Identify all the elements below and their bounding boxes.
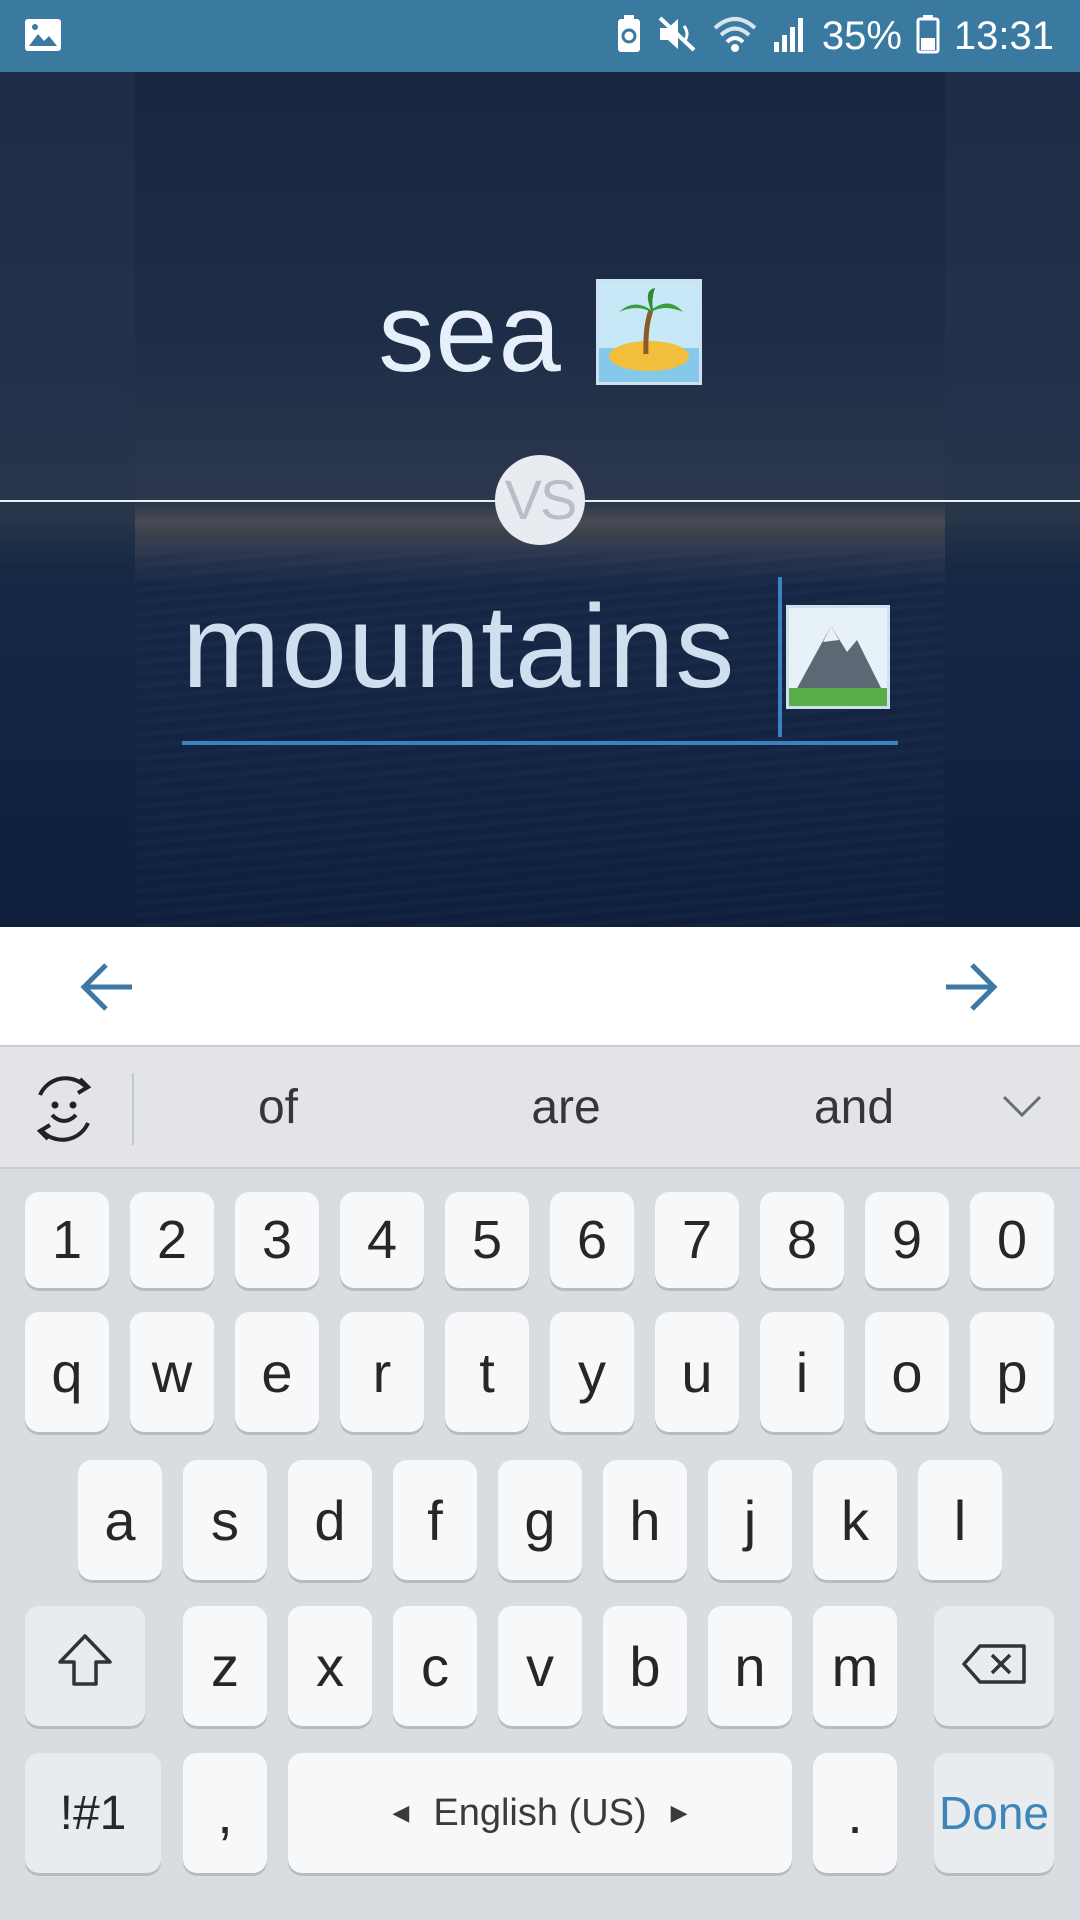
key-f[interactable]: f	[393, 1460, 477, 1580]
suggestion-2[interactable]: are	[466, 1047, 666, 1169]
key-p[interactable]: p	[970, 1312, 1054, 1432]
battery-saver-icon	[616, 14, 642, 59]
key-n[interactable]: n	[708, 1606, 792, 1726]
backspace-key[interactable]	[934, 1606, 1054, 1726]
done-key[interactable]: Done	[934, 1753, 1054, 1873]
key-9[interactable]: 9	[865, 1192, 949, 1288]
symbols-key[interactable]: !#1	[25, 1753, 161, 1873]
comma-key[interactable]: ,	[183, 1753, 267, 1873]
emoji-toggle-icon[interactable]	[28, 1073, 100, 1145]
key-x[interactable]: x	[288, 1606, 372, 1726]
key-2[interactable]: 2	[130, 1192, 214, 1288]
shift-key[interactable]	[25, 1606, 145, 1726]
key-g[interactable]: g	[498, 1460, 582, 1580]
language-left-icon: ◀	[392, 1800, 410, 1825]
clock: 13:31	[953, 13, 1054, 58]
bottom-option-text: mountains	[182, 581, 736, 713]
key-w[interactable]: w	[130, 1312, 214, 1432]
arrow-left-icon[interactable]	[78, 957, 138, 1017]
key-1[interactable]: 1	[25, 1192, 109, 1288]
key-c[interactable]: c	[393, 1606, 477, 1726]
shift-icon	[56, 1632, 114, 1701]
comparison-hero: sea VS mountains	[0, 72, 1080, 927]
space-key[interactable]: ◀ English (US) ▶	[288, 1753, 792, 1873]
keyboard-suggestion-bar: of are and	[0, 1047, 1080, 1169]
keyboard: 1 2 3 4 5 6 7 8 9 0 q w e r t y u i o p …	[0, 1169, 1080, 1920]
key-i[interactable]: i	[760, 1312, 844, 1432]
signal-icon	[772, 14, 808, 59]
key-h[interactable]: h	[603, 1460, 687, 1580]
key-t[interactable]: t	[445, 1312, 529, 1432]
suggestion-3[interactable]: and	[754, 1047, 954, 1169]
key-e[interactable]: e	[235, 1312, 319, 1432]
key-q[interactable]: q	[25, 1312, 109, 1432]
key-7[interactable]: 7	[655, 1192, 739, 1288]
key-m[interactable]: m	[813, 1606, 897, 1726]
key-u[interactable]: u	[655, 1312, 739, 1432]
status-icons: 35% 13:31	[616, 0, 1054, 72]
key-3[interactable]: 3	[235, 1192, 319, 1288]
island-emoji-icon	[595, 279, 702, 385]
top-option[interactable]: sea	[0, 262, 1080, 402]
key-b[interactable]: b	[603, 1606, 687, 1726]
mute-icon	[656, 14, 698, 59]
space-key-label: English (US)	[433, 1791, 647, 1834]
battery-icon	[916, 14, 940, 59]
key-j[interactable]: j	[708, 1460, 792, 1580]
key-k[interactable]: k	[813, 1460, 897, 1580]
navigation-bar	[0, 927, 1080, 1047]
bottom-option-input[interactable]: mountains	[182, 572, 735, 722]
key-v[interactable]: v	[498, 1606, 582, 1726]
chevron-down-icon[interactable]	[1000, 1089, 1044, 1123]
language-right-icon: ▶	[670, 1800, 688, 1825]
key-s[interactable]: s	[183, 1460, 267, 1580]
status-bar: 35% 13:31	[0, 0, 1080, 72]
key-6[interactable]: 6	[550, 1192, 634, 1288]
key-0[interactable]: 0	[970, 1192, 1054, 1288]
gallery-icon	[24, 18, 62, 52]
key-r[interactable]: r	[340, 1312, 424, 1432]
suggestion-1[interactable]: of	[178, 1047, 378, 1169]
key-o[interactable]: o	[865, 1312, 949, 1432]
period-key[interactable]: .	[813, 1753, 897, 1873]
key-4[interactable]: 4	[340, 1192, 424, 1288]
vs-badge: VS	[495, 455, 585, 545]
input-underline	[182, 741, 898, 745]
key-y[interactable]: y	[550, 1312, 634, 1432]
key-a[interactable]: a	[78, 1460, 162, 1580]
wifi-icon	[712, 14, 758, 59]
top-option-text: sea	[378, 269, 562, 395]
key-8[interactable]: 8	[760, 1192, 844, 1288]
battery-percent: 35%	[821, 13, 902, 58]
key-z[interactable]: z	[183, 1606, 267, 1726]
text-cursor	[778, 577, 782, 737]
backspace-icon	[960, 1634, 1028, 1699]
mountain-emoji-icon	[786, 605, 890, 709]
key-d[interactable]: d	[288, 1460, 372, 1580]
arrow-right-icon[interactable]	[940, 957, 1000, 1017]
key-5[interactable]: 5	[445, 1192, 529, 1288]
key-l[interactable]: l	[918, 1460, 1002, 1580]
